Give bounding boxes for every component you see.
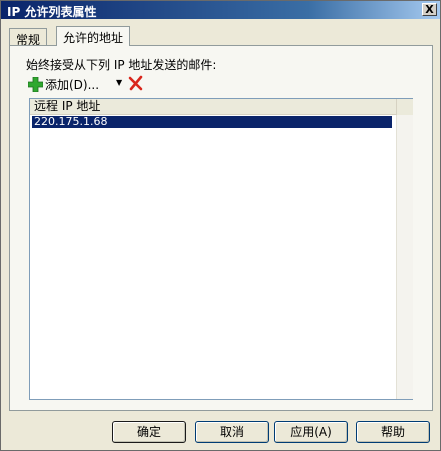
delete-button[interactable] (128, 75, 144, 94)
add-button[interactable]: 添加(D)... (28, 76, 99, 93)
tab-general[interactable]: 常规 (9, 28, 48, 47)
list-header: 远程 IP 地址 (30, 99, 413, 115)
cancel-button[interactable]: 取消 (195, 421, 269, 443)
close-button[interactable]: X (422, 3, 437, 16)
vertical-scrollbar[interactable] (396, 115, 413, 399)
tab-panel: 始终接受从下列 IP 地址发送的邮件: 添加(D)... ▼ 远程 IP 地址 … (9, 45, 433, 411)
title-bar[interactable]: IP 允许列表属性 X (1, 1, 440, 19)
help-button[interactable]: 帮助 (356, 421, 430, 443)
window-title: IP 允许列表属性 (7, 5, 97, 19)
tab-allowed-addresses[interactable]: 允许的地址 (56, 26, 131, 46)
column-header-remote-ip[interactable]: 远程 IP 地址 (30, 99, 396, 114)
properties-dialog: IP 允许列表属性 X 常规 允许的地址 始终接受从下列 IP 地址发送的邮件:… (0, 0, 441, 451)
list-item[interactable]: 220.175.1.68 (32, 116, 392, 128)
delete-icon (128, 75, 143, 91)
ok-button[interactable]: 确定 (112, 421, 186, 443)
apply-button[interactable]: 应用(A) (274, 421, 348, 443)
add-button-label: 添加(D)... (45, 78, 100, 92)
tab-allowed-addresses-label: 允许的地址 (63, 31, 124, 45)
ip-address-list[interactable]: 远程 IP 地址 220.175.1.68 (29, 98, 413, 400)
add-dropdown-arrow-icon[interactable]: ▼ (116, 78, 122, 87)
allowed-description: 始终接受从下列 IP 地址发送的邮件: (26, 58, 217, 72)
add-icon (28, 77, 43, 92)
header-corner (396, 99, 413, 115)
